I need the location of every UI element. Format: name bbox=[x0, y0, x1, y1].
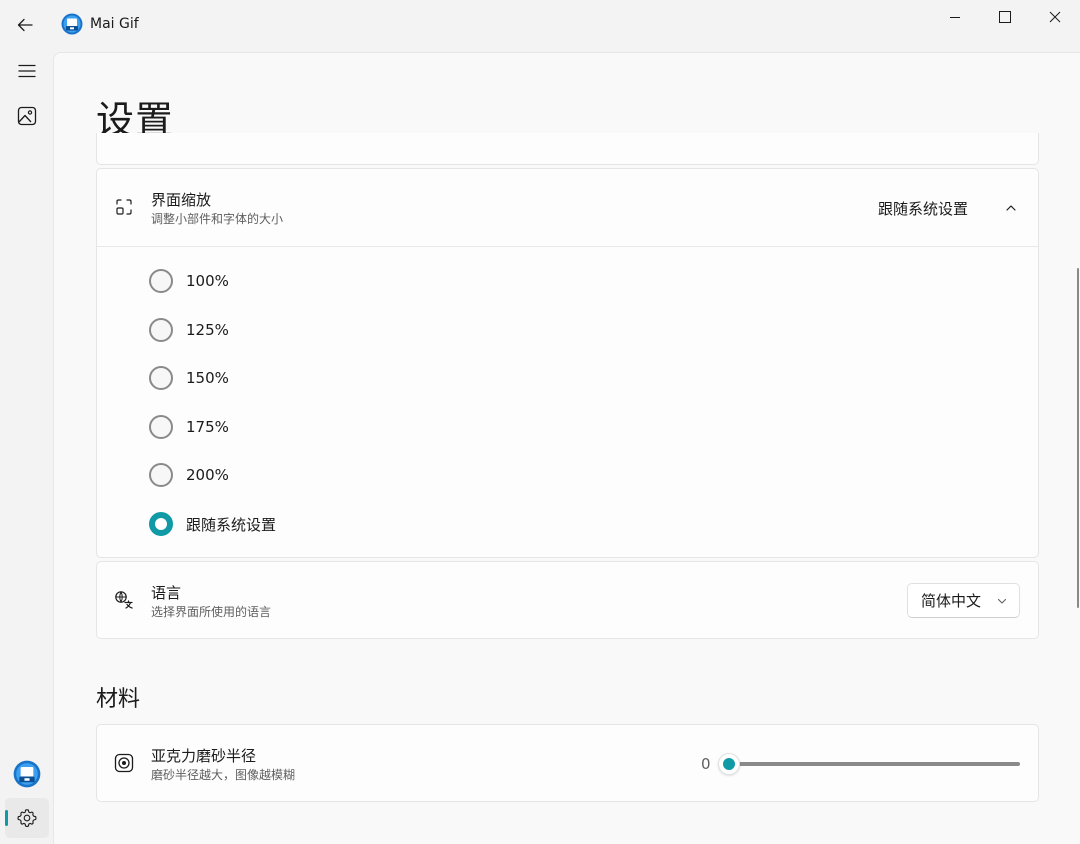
acrylic-radius-card: 亚克力磨砂半径 磨砂半径越大，图像越模糊 0 bbox=[96, 724, 1039, 802]
minimize-button[interactable] bbox=[930, 0, 980, 34]
vertical-scrollbar[interactable] bbox=[1077, 268, 1079, 608]
app-logo-icon bbox=[61, 13, 83, 35]
selection-indicator bbox=[5, 810, 8, 826]
app-logo-icon bbox=[13, 760, 41, 788]
radio-button[interactable] bbox=[149, 463, 173, 487]
chevron-down-icon bbox=[997, 598, 1007, 604]
maximize-icon bbox=[999, 11, 1011, 23]
language-description: 选择界面所使用的语言 bbox=[151, 605, 272, 619]
settings-page: 设置 界面缩放 调整小部件和字体的大小 跟随系统设置 100% 125% 150… bbox=[53, 52, 1080, 844]
close-button[interactable] bbox=[1030, 0, 1080, 34]
nav-item-gif[interactable] bbox=[5, 754, 49, 794]
minimize-icon bbox=[950, 17, 960, 18]
slider-thumb[interactable] bbox=[718, 753, 740, 775]
scale-expander-header[interactable]: 界面缩放 调整小部件和字体的大小 跟随系统设置 bbox=[97, 169, 1038, 247]
hamburger-icon bbox=[18, 64, 36, 78]
nav-menu-button[interactable] bbox=[5, 51, 49, 91]
radio-option-150[interactable]: 150% bbox=[149, 364, 229, 392]
section-title-material: 材料 bbox=[96, 687, 141, 712]
translate-icon bbox=[114, 590, 134, 610]
settings-card-partial bbox=[96, 133, 1039, 165]
radio-label: 200% bbox=[186, 466, 229, 484]
language-selected-value: 简体中文 bbox=[921, 592, 982, 610]
radio-label: 125% bbox=[186, 321, 229, 339]
app-title: Mai Gif bbox=[90, 16, 139, 32]
scale-expander: 界面缩放 调整小部件和字体的大小 跟随系统设置 100% 125% 150% 1… bbox=[96, 168, 1039, 558]
radio-label: 175% bbox=[186, 418, 229, 436]
slider-value: 0 bbox=[701, 755, 711, 773]
radio-option-125[interactable]: 125% bbox=[149, 316, 229, 344]
radio-button[interactable] bbox=[149, 269, 173, 293]
radio-label: 跟随系统设置 bbox=[186, 515, 277, 534]
acrylic-radius-slider[interactable] bbox=[718, 753, 1020, 775]
language-dropdown[interactable]: 简体中文 bbox=[907, 583, 1020, 618]
radio-option-100[interactable]: 100% bbox=[149, 267, 229, 295]
nav-item-gallery[interactable] bbox=[5, 96, 49, 136]
radio-button[interactable] bbox=[149, 415, 173, 439]
maximize-button[interactable] bbox=[980, 0, 1030, 34]
language-title: 语言 bbox=[151, 584, 182, 602]
radio-option-200[interactable]: 200% bbox=[149, 461, 229, 489]
radio-label: 150% bbox=[186, 369, 229, 387]
scale-icon bbox=[114, 197, 134, 217]
slider-track[interactable] bbox=[729, 762, 1020, 766]
back-button[interactable] bbox=[8, 8, 42, 42]
slider-thumb-accent bbox=[723, 758, 735, 770]
scale-current-value: 跟随系统设置 bbox=[878, 200, 969, 218]
radio-button[interactable] bbox=[149, 318, 173, 342]
scale-description: 调整小部件和字体的大小 bbox=[151, 212, 284, 226]
acrylic-title: 亚克力磨砂半径 bbox=[151, 747, 257, 765]
image-icon bbox=[17, 106, 37, 126]
chevron-up-icon[interactable] bbox=[1002, 199, 1020, 217]
language-card: 语言 选择界面所使用的语言 简体中文 bbox=[96, 561, 1039, 639]
nav-item-settings[interactable] bbox=[5, 798, 49, 838]
radio-button[interactable] bbox=[149, 366, 173, 390]
radio-label: 100% bbox=[186, 272, 229, 290]
radio-button-checked[interactable] bbox=[149, 512, 173, 536]
blur-radius-icon bbox=[114, 753, 134, 773]
radio-option-175[interactable]: 175% bbox=[149, 413, 229, 441]
back-arrow-icon bbox=[17, 18, 33, 32]
title-bar: Mai Gif bbox=[0, 0, 1080, 48]
gear-icon bbox=[17, 809, 37, 827]
scale-title: 界面缩放 bbox=[151, 191, 212, 209]
acrylic-description: 磨砂半径越大，图像越模糊 bbox=[151, 768, 296, 782]
close-icon bbox=[1049, 11, 1061, 23]
radio-option-follow-system[interactable]: 跟随系统设置 bbox=[149, 510, 276, 538]
